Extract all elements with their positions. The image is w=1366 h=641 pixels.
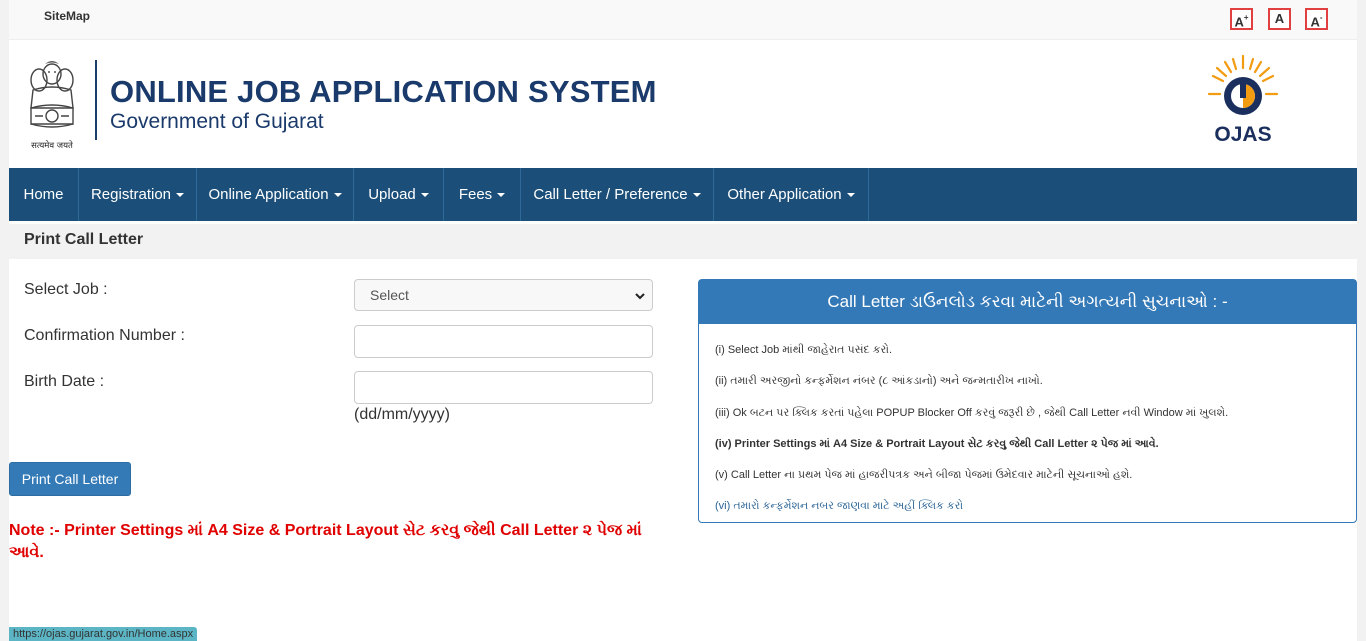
- nav-other-application[interactable]: Other Application: [714, 168, 869, 221]
- birth-date-input[interactable]: [354, 371, 653, 404]
- instructions-heading: Call Letter ડાઉનલોડ કરવા માટેની અગત્યની …: [699, 280, 1356, 324]
- header-divider: [95, 60, 97, 140]
- select-job-label: Select Job :: [24, 281, 108, 298]
- instruction-item: (i) Select Job માંથી જાહેરાત પસંદ કરો.: [715, 344, 893, 356]
- nav-call-letter[interactable]: Call Letter / Preference: [521, 168, 714, 221]
- chevron-down-icon: [692, 192, 701, 197]
- ojas-logo-text: OJAS: [1214, 123, 1271, 146]
- birth-date-label: Birth Date :: [24, 373, 105, 390]
- instructions-panel: Call Letter ડાઉનલોડ કરવા માટેની અગત્યની …: [698, 279, 1357, 523]
- instruction-item: (v) Call Letter ના પ્રથમ પેજ માં હાજરીપત…: [715, 469, 1133, 482]
- emblem-caption: सत्यमेव जयते: [31, 140, 73, 151]
- select-job-value: Select: [370, 287, 409, 303]
- instruction-item: (iii) Ok બટન પર ક્લિક કરતાં પહેલા POPUP …: [715, 406, 1229, 419]
- ojas-logo-icon: OJAS: [1207, 54, 1279, 146]
- nav-online-application-label: Online Application: [208, 186, 329, 203]
- nav-registration-label: Registration: [90, 186, 172, 203]
- font-decrease-sup: -: [1319, 13, 1323, 22]
- font-normal-label: A: [1274, 11, 1285, 26]
- nav-fees[interactable]: Fees: [444, 168, 521, 221]
- font-increase-button[interactable]: A+: [1230, 8, 1253, 30]
- chevron-down-icon: [497, 192, 506, 197]
- font-normal-button[interactable]: A: [1268, 8, 1291, 30]
- page: SiteMap A+ A A- सत्यमेव जयते ONLINE JOB …: [9, 0, 1357, 641]
- confirmation-number-input[interactable]: [354, 325, 653, 358]
- nav-home[interactable]: Home: [9, 168, 79, 221]
- chevron-down-icon: [635, 293, 645, 300]
- font-decrease-button[interactable]: A-: [1305, 8, 1328, 30]
- confirmation-number-lookup-link[interactable]: (vi) તમારો કન્ફર્મેશન નબર જાણવા માટે અહી…: [715, 491, 1340, 522]
- printer-settings-note: Note :- Printer Settings માં A4 Size & P…: [9, 522, 642, 561]
- page-title: Print Call Letter: [24, 231, 144, 248]
- nav-registration[interactable]: Registration: [79, 168, 197, 221]
- site-header: सत्यमेव जयते ONLINE JOB APPLICATION SYST…: [9, 40, 1357, 167]
- page-title-bar: Print Call Letter: [9, 224, 1357, 259]
- nav-upload-label: Upload: [368, 186, 416, 203]
- instruction-item: (iv) Printer Settings માં A4 Size & Port…: [715, 437, 1159, 450]
- select-job-dropdown[interactable]: Select: [354, 279, 653, 311]
- nav-upload[interactable]: Upload: [354, 168, 444, 221]
- site-title: ONLINE JOB APPLICATION SYSTEM: [110, 74, 657, 109]
- chevron-down-icon: [176, 192, 185, 197]
- font-increase-label: A: [1234, 14, 1244, 30]
- main-navbar: Home Registration Online Application Upl…: [9, 168, 1357, 221]
- nav-call-letter-label: Call Letter / Preference: [533, 186, 688, 203]
- birth-date-format-hint: (dd/mm/yyyy): [354, 406, 450, 423]
- instruction-item: (ii) તમારી અરજીનો કન્ફર્મેશન નંબર (૮ આંક…: [715, 375, 1043, 388]
- chevron-down-icon: [846, 192, 855, 197]
- nav-home-label: Home: [23, 186, 64, 203]
- instructions-list: (i) Select Job માંથી જાહેરાત પસંદ કરો. (…: [699, 324, 1356, 523]
- site-subtitle: Government of Gujarat: [110, 110, 324, 133]
- status-bar-url: https://ojas.gujarat.gov.in/Home.aspx: [9, 627, 198, 641]
- chevron-down-icon: [333, 192, 342, 197]
- font-increase-sup: +: [1243, 13, 1249, 22]
- nav-fees-label: Fees: [458, 186, 493, 203]
- print-call-letter-button[interactable]: Print Call Letter: [9, 462, 131, 496]
- top-bar: SiteMap A+ A A-: [9, 0, 1357, 40]
- sitemap-link[interactable]: SiteMap: [44, 9, 90, 23]
- confirmation-number-label: Confirmation Number :: [24, 327, 185, 344]
- chevron-down-icon: [420, 192, 429, 197]
- nav-online-application[interactable]: Online Application: [197, 168, 354, 221]
- font-decrease-label: A: [1310, 14, 1320, 30]
- national-emblem-icon: सत्यमेव जयते: [30, 61, 74, 151]
- nav-other-application-label: Other Application: [727, 186, 842, 203]
